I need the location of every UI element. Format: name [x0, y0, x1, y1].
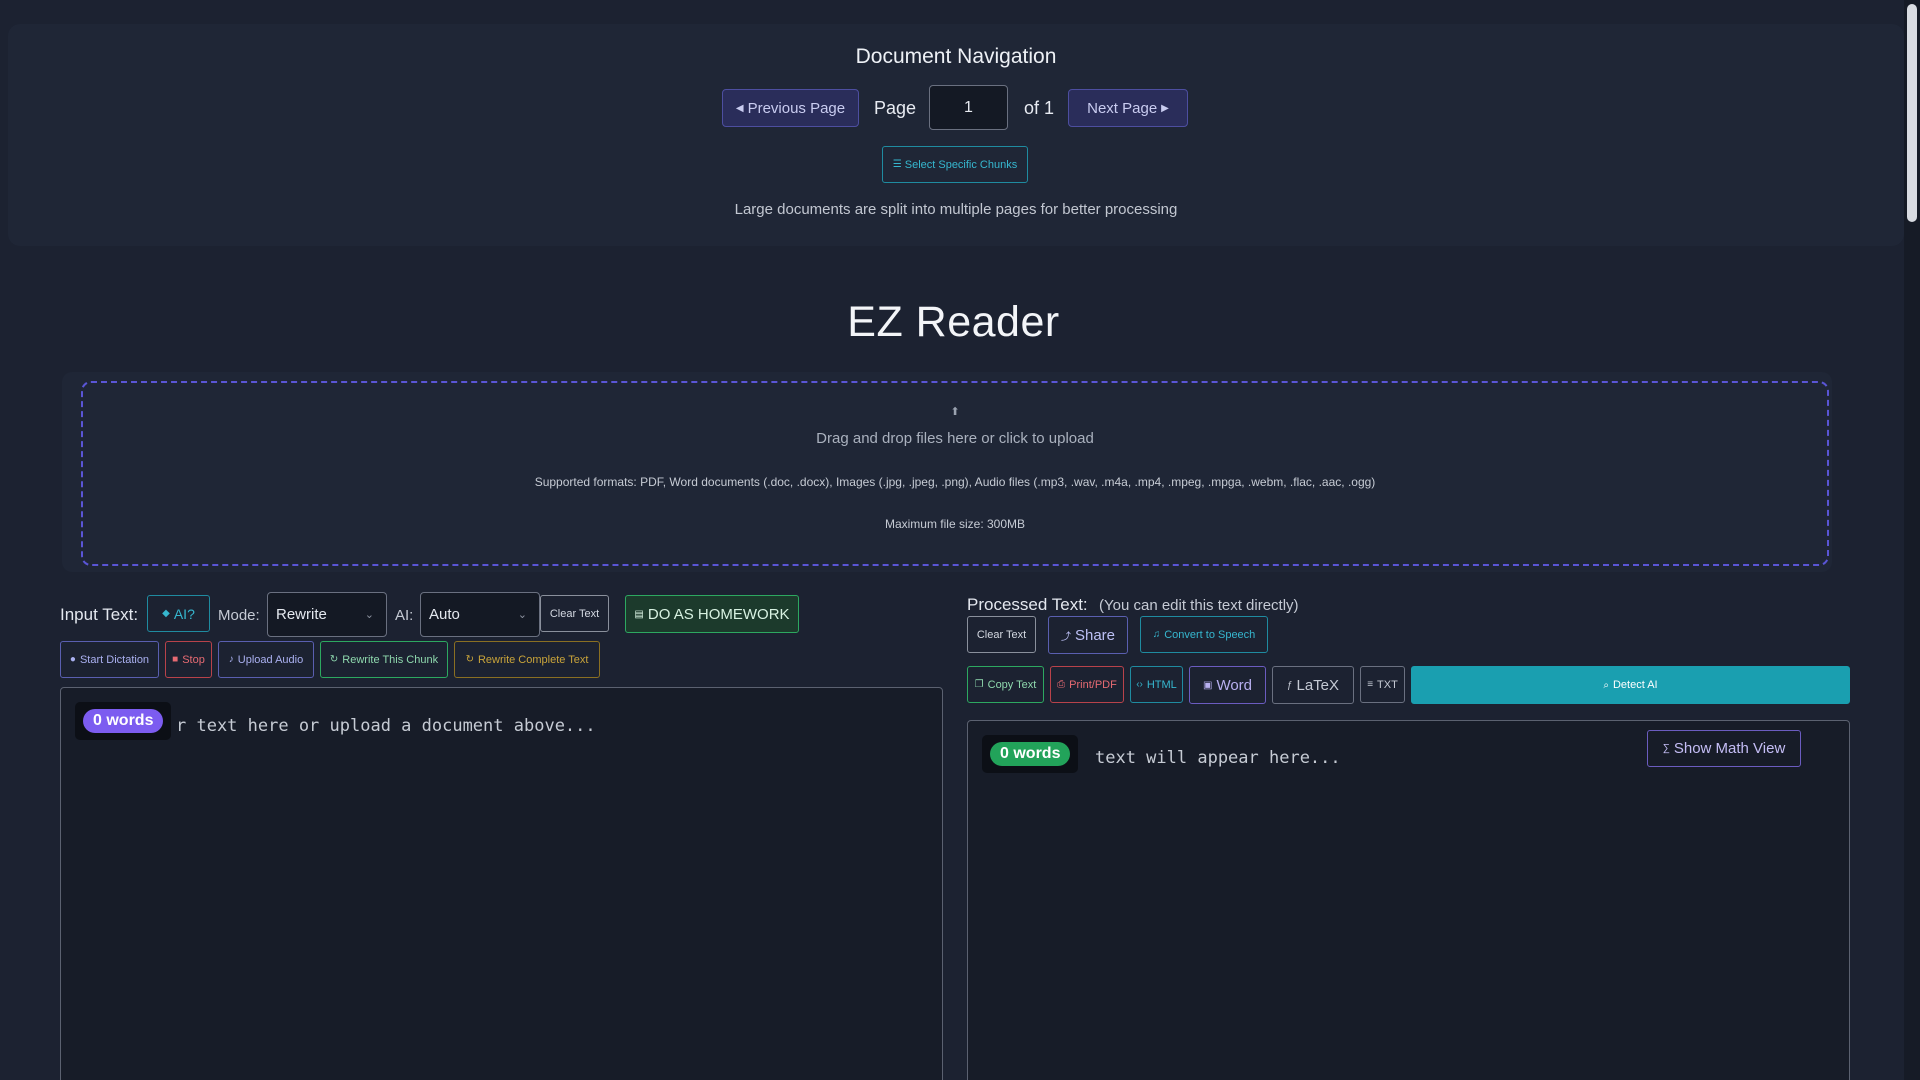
microphone-icon: ● — [69, 654, 76, 665]
output-word-count-badge: 0 words — [990, 742, 1071, 766]
navigation-title: Document Navigation — [855, 45, 1057, 68]
export-txt-label: TXT — [1377, 678, 1398, 691]
chevron-down-icon: ⌄ — [364, 609, 374, 621]
start-dictation-button[interactable]: ● Start Dictation — [60, 641, 159, 678]
output-placeholder: text will appear here... — [1095, 748, 1341, 768]
ai-model-select[interactable]: Auto ⌄ — [420, 592, 540, 637]
export-html-button[interactable]: ‹› HTML — [1130, 666, 1183, 703]
rewrite-complete-button[interactable]: ↻ Rewrite Complete Text — [454, 641, 600, 678]
rewrite-chunk-label: Rewrite This Chunk — [342, 653, 439, 666]
page-scrollbar[interactable] — [1904, 0, 1920, 1080]
show-math-view-label: Show Math View — [1673, 740, 1786, 757]
copy-text-button[interactable]: ❐ Copy Text — [967, 666, 1044, 703]
input-clear-button[interactable]: Clear Text — [540, 595, 609, 632]
page-scrollbar-thumb[interactable] — [1907, 4, 1917, 222]
max-file-size: Maximum file size: 300MB — [884, 517, 1026, 531]
document-navigation-card: Document Navigation ◀ Previous Page Page… — [8, 24, 1904, 246]
speaker-icon: ♫ — [1152, 629, 1161, 640]
upload-audio-button[interactable]: ♪ Upload Audio — [218, 641, 314, 678]
processed-text-area[interactable]: text will appear here... 0 words ∑ Show … — [967, 720, 1850, 1080]
rewrite-complete-label: Rewrite Complete Text — [477, 653, 589, 666]
share-label: Share — [1074, 626, 1116, 644]
app-title: EZ Reader — [847, 298, 1060, 346]
search-icon: ⌕ — [1603, 679, 1609, 691]
export-word-button[interactable]: ▣ Word — [1189, 666, 1266, 704]
detect-ai-button[interactable]: ⌕ Detect AI — [1411, 666, 1850, 704]
printer-icon: ⎙ — [1057, 679, 1066, 690]
detect-ai-label: Detect AI — [1612, 679, 1658, 691]
ai-check-button[interactable]: ◆ AI? — [147, 595, 210, 632]
output-clear-button[interactable]: Clear Text — [967, 616, 1036, 653]
text-file-icon: ≡ — [1367, 679, 1374, 690]
next-page-label: Next Page — [1087, 99, 1158, 117]
upload-audio-label: Upload Audio — [237, 653, 304, 666]
copy-text-label: Copy Text — [987, 678, 1037, 691]
print-pdf-label: Print/PDF — [1069, 678, 1117, 691]
do-as-homework-button[interactable]: ▤ DO AS HOMEWORK — [625, 595, 799, 633]
export-latex-button[interactable]: ƒ LaTeX — [1272, 666, 1354, 704]
mode-select[interactable]: Rewrite ⌄ — [267, 592, 387, 637]
stop-icon: ■ — [172, 654, 179, 665]
input-word-count-wrap: 0 words — [75, 702, 172, 740]
next-page-button[interactable]: Next Page ▶ — [1068, 89, 1188, 127]
refresh-icon: ↻ — [465, 654, 474, 665]
arrow-right-icon: ▶ — [1161, 102, 1169, 114]
rewrite-chunk-button[interactable]: ↻ Rewrite This Chunk — [320, 641, 448, 678]
upload-icon: ⬆ — [950, 406, 960, 418]
previous-page-label: Previous Page — [747, 99, 846, 117]
output-clear-label: Clear Text — [976, 628, 1027, 641]
processed-text-label: Processed Text: — [967, 595, 1088, 614]
start-dictation-label: Start Dictation — [79, 653, 150, 666]
select-chunks-label: Select Specific Chunks — [904, 158, 1018, 171]
share-button[interactable]: ⤴ Share — [1048, 616, 1128, 654]
calculator-icon: ∑ — [1662, 743, 1670, 754]
output-word-count-wrap: 0 words — [982, 735, 1079, 773]
input-placeholder: r text here or upload a document above..… — [176, 716, 596, 736]
do-as-homework-label: DO AS HOMEWORK — [647, 605, 790, 623]
convert-to-speech-label: Convert to Speech — [1164, 628, 1256, 641]
input-word-count-badge: 0 words — [83, 709, 164, 733]
share-icon: ⤴ — [1060, 631, 1071, 643]
navigation-note: Large documents are split into multiple … — [734, 201, 1178, 218]
function-icon: ƒ — [1286, 679, 1293, 691]
show-math-view-button[interactable]: ∑ Show Math View — [1647, 730, 1801, 767]
mode-label: Mode: — [218, 607, 260, 624]
audio-file-icon: ♪ — [228, 654, 234, 665]
copy-icon: ❐ — [974, 679, 984, 690]
export-txt-button[interactable]: ≡ TXT — [1360, 666, 1405, 703]
page-number-input[interactable] — [929, 85, 1008, 130]
ai-model-label: AI: — [395, 607, 414, 624]
processed-text-hint: (You can edit this text directly) — [1099, 597, 1299, 614]
export-latex-label: LaTeX — [1296, 676, 1340, 694]
ai-check-label: AI? — [173, 605, 195, 622]
arrow-left-icon: ◀ — [735, 102, 744, 114]
stop-dictation-button[interactable]: ■ Stop — [165, 641, 212, 678]
supported-formats: Supported formats: PDF, Word documents (… — [534, 475, 1376, 489]
refresh-icon: ↻ — [329, 654, 339, 665]
convert-to-speech-button[interactable]: ♫ Convert to Speech — [1140, 616, 1268, 653]
dropzone-instruction: Drag and drop files here or click to upl… — [816, 430, 1094, 447]
page-label: Page — [874, 98, 917, 118]
stop-label: Stop — [182, 653, 205, 666]
export-word-label: Word — [1216, 676, 1253, 694]
code-icon: ‹› — [1136, 679, 1143, 690]
page-total-label: of 1 — [1024, 98, 1055, 118]
ai-model-select-value: Auto — [429, 606, 460, 623]
chevron-down-icon: ⌄ — [517, 609, 527, 621]
previous-page-button[interactable]: ◀ Previous Page — [722, 89, 859, 127]
input-text-label: Input Text: — [60, 605, 139, 624]
input-text-area[interactable]: r text here or upload a document above..… — [60, 687, 943, 1080]
mode-select-value: Rewrite — [276, 606, 327, 623]
document-icon: ▣ — [1202, 679, 1213, 691]
export-html-label: HTML — [1146, 678, 1177, 691]
select-chunks-button[interactable]: ☰ Select Specific Chunks — [882, 146, 1028, 183]
robot-icon: ◆ — [162, 608, 170, 619]
list-icon: ☰ — [892, 159, 902, 170]
input-clear-label: Clear Text — [549, 607, 600, 620]
book-icon: ▤ — [634, 608, 644, 620]
print-pdf-button[interactable]: ⎙ Print/PDF — [1050, 666, 1124, 703]
file-dropzone[interactable]: ⬆ Drag and drop files here or click to u… — [81, 381, 1829, 566]
